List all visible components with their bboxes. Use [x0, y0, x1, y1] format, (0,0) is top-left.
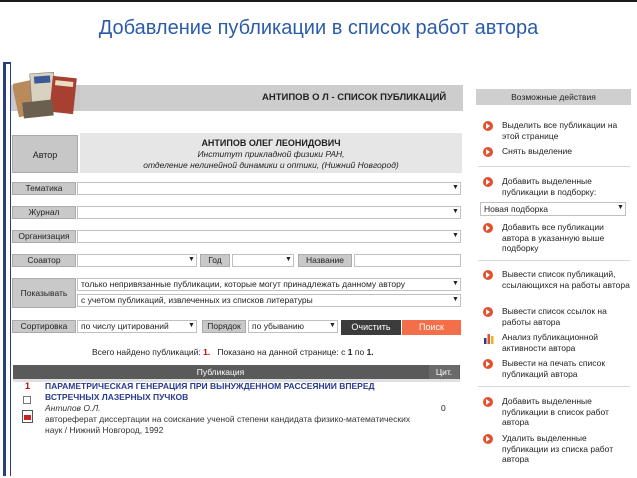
publication-author: Антипов О.Л.	[45, 403, 101, 413]
search-button[interactable]: Поиск	[402, 320, 461, 335]
journal-label: Журнал	[12, 206, 76, 219]
found-label: Всего найдено публикаций:	[92, 347, 201, 357]
theme-label: Тематика	[12, 182, 76, 195]
coauthor-select[interactable]	[77, 254, 197, 267]
year-label: Год	[200, 254, 230, 267]
order-label: Порядок	[202, 320, 246, 333]
select-checkbox[interactable]	[23, 396, 31, 404]
publication-description: автореферат диссертации на соискание уче…	[45, 414, 411, 435]
arrow-right-icon	[483, 223, 493, 233]
top-rule	[0, 0, 637, 2]
author-name[interactable]: АНТИПОВ ОЛЕГ ЛЕОНИДОВИЧ	[80, 138, 462, 148]
show-label: Показывать	[12, 278, 76, 308]
sort-label: Сортировка	[12, 320, 76, 333]
chevron-down-icon: ▼	[188, 256, 195, 263]
arrow-right-icon	[483, 121, 493, 131]
page-title: АНТИПОВ О Л - СПИСОК ПУБЛИКАЦИЙ	[262, 92, 447, 103]
bar-chart-icon	[484, 334, 494, 344]
selection-select[interactable]: Новая подборка	[480, 202, 626, 216]
show-source-select[interactable]: с учетом публикаций, извлеченных из спис…	[77, 294, 461, 307]
chevron-down-icon: ▼	[452, 296, 459, 303]
author-institute: Институт прикладной физики РАН,	[197, 149, 345, 159]
left-strip-inner	[6, 64, 10, 476]
found-count: 1.	[203, 347, 211, 357]
chevron-down-icon: ▼	[285, 256, 292, 263]
pdf-icon[interactable]	[22, 410, 33, 423]
actions-divider	[478, 386, 630, 387]
citation-count: 0	[441, 403, 446, 413]
actions-header: Возможные действия	[476, 89, 631, 105]
shown-to-label: по	[354, 347, 365, 357]
author-label: Автор	[12, 135, 78, 173]
arrow-right-icon	[483, 147, 493, 157]
column-header-citations: Цит.	[429, 365, 459, 379]
coauthor-label: Соавтор	[12, 254, 76, 267]
clear-button[interactable]: Очистить	[341, 320, 401, 335]
chevron-down-icon: ▼	[329, 322, 336, 329]
row-number: 1	[25, 381, 31, 391]
books-logo-icon	[13, 71, 77, 119]
shown-from: 1	[347, 347, 353, 357]
column-header-publication: Публикация	[196, 367, 245, 377]
organization-label: Организация	[12, 230, 76, 243]
chevron-down-icon: ▼	[452, 184, 459, 191]
arrow-right-icon	[483, 359, 493, 369]
chevron-down-icon: ▼	[452, 280, 459, 287]
title-input[interactable]	[354, 254, 461, 267]
shown-to: 1.	[366, 347, 374, 357]
results-summary: Всего найдено публикаций: 1. Показано на…	[92, 347, 374, 357]
order-select[interactable]: по убыванию	[248, 320, 338, 333]
author-department: отделение нелинейной динамики и оптики, …	[143, 160, 399, 170]
journal-select[interactable]	[77, 206, 461, 219]
arrow-right-icon	[483, 434, 493, 444]
actions-divider	[478, 260, 630, 261]
organization-select[interactable]	[77, 230, 461, 243]
arrow-right-icon	[483, 270, 493, 280]
chevron-down-icon: ▼	[452, 232, 459, 239]
arrow-right-icon	[483, 307, 493, 317]
theme-select[interactable]	[77, 182, 461, 195]
slide-title: Добавление публикации в список работ авт…	[98, 17, 539, 39]
show-filter-select[interactable]: только непривязанные публикации, которые…	[77, 278, 461, 291]
chevron-down-icon: ▼	[188, 322, 195, 329]
sort-select[interactable]: по числу цитирований	[77, 320, 197, 333]
chevron-down-icon: ▼	[617, 204, 624, 211]
arrow-right-icon	[483, 397, 493, 407]
shown-label: Показано на данной странице: с	[217, 347, 346, 357]
publication-title-link[interactable]: ПАРАМЕТРИЧЕСКАЯ ГЕНЕРАЦИЯ ПРИ ВЫНУЖДЕННО…	[45, 381, 425, 403]
title-label: Название	[298, 254, 352, 267]
actions-divider	[478, 166, 630, 167]
chevron-down-icon: ▼	[452, 208, 459, 215]
arrow-right-icon	[483, 177, 493, 187]
